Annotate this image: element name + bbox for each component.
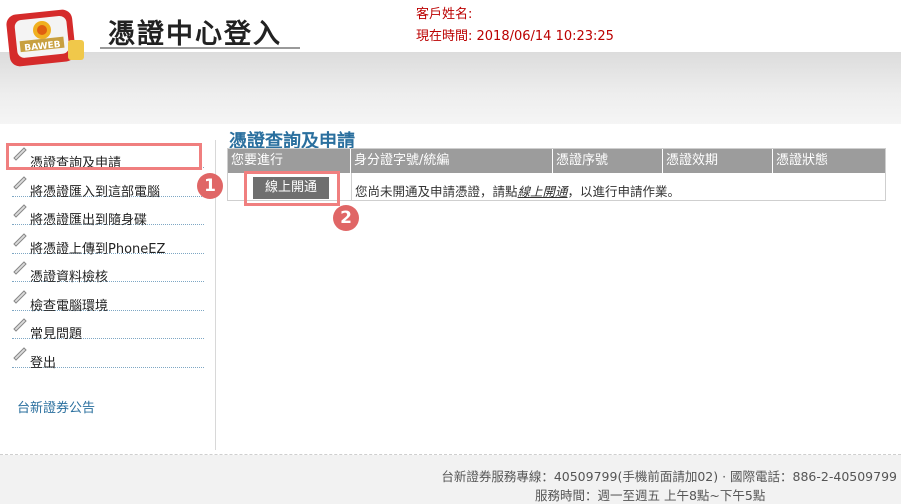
header-band	[0, 52, 901, 124]
message-suffix: ，以進行申請作業。	[567, 184, 681, 199]
sidebar-item-data-check[interactable]: 憑證資料檢核	[12, 257, 204, 285]
column-header: 憑證效期	[663, 149, 773, 173]
sidebar-item-check-environment[interactable]: 檢查電腦環境	[12, 286, 204, 314]
service-hours: 服務時間：週一至週五 上午8點~下午5點	[535, 488, 766, 503]
pencil-icon	[12, 202, 28, 218]
pencil-icon	[12, 231, 28, 247]
page-header-title: 憑證中心登入	[108, 19, 282, 50]
sidebar-item-label: 檢查電腦環境	[30, 299, 109, 314]
column-header: 憑證序號	[553, 149, 663, 173]
sidebar-item-export[interactable]: 將憑證匯出到隨身碟	[12, 200, 204, 228]
pencil-icon	[12, 345, 28, 361]
highlight-box-2	[244, 171, 340, 206]
sidebar-item-label: 憑證資料檢核	[30, 270, 109, 285]
header-underline	[100, 47, 300, 49]
announcement-link[interactable]: 台新證券公告	[17, 397, 95, 416]
customer-name-label: 客戶姓名:	[416, 7, 473, 22]
sidebar-item-label: 登出	[30, 356, 57, 371]
service-hotline: 台新證券服務專線：40509799(手機前面請加02) · 國際電話：886-2…	[441, 469, 897, 484]
sidebar-item-label: 將憑證匯入到這部電腦	[30, 185, 161, 200]
pencil-icon	[12, 174, 28, 190]
current-time: 現在時間: 2018/06/14 10:23:25	[416, 29, 614, 44]
sidebar-item-faq[interactable]: 常見問題	[12, 314, 204, 342]
column-header: 您要進行	[228, 149, 351, 173]
sidebar-item-upload-phoneez[interactable]: 將憑證上傳到PhoneEZ	[12, 229, 204, 257]
highlight-box-1	[6, 143, 202, 170]
step-badge-2: 2	[333, 205, 359, 231]
pencil-icon	[12, 288, 28, 304]
sidebar-item-label: 常見問題	[30, 327, 83, 342]
pencil-icon	[12, 316, 28, 332]
column-header: 身分證字號/統編	[351, 149, 553, 173]
message-prefix: 您尚未開通及申請憑證，請點	[355, 184, 518, 199]
status-message: 您尚未開通及申請憑證，請點線上開通，以進行申請作業。	[355, 181, 680, 200]
logo: BAWEB	[6, 6, 86, 70]
sidebar-item-label: 將憑證上傳到PhoneEZ	[30, 242, 166, 257]
column-header: 憑證狀態	[773, 149, 885, 173]
step-badge-1: 1	[197, 173, 223, 199]
sidebar-item-label: 將憑證匯出到隨身碟	[30, 213, 148, 228]
online-activation-link[interactable]: 線上開通	[518, 184, 568, 199]
sidebar-item-import[interactable]: 將憑證匯入到這部電腦	[12, 172, 204, 200]
cell-divider	[351, 173, 352, 201]
sidebar-item-logout[interactable]: 登出	[12, 343, 204, 371]
pencil-icon	[12, 259, 28, 275]
